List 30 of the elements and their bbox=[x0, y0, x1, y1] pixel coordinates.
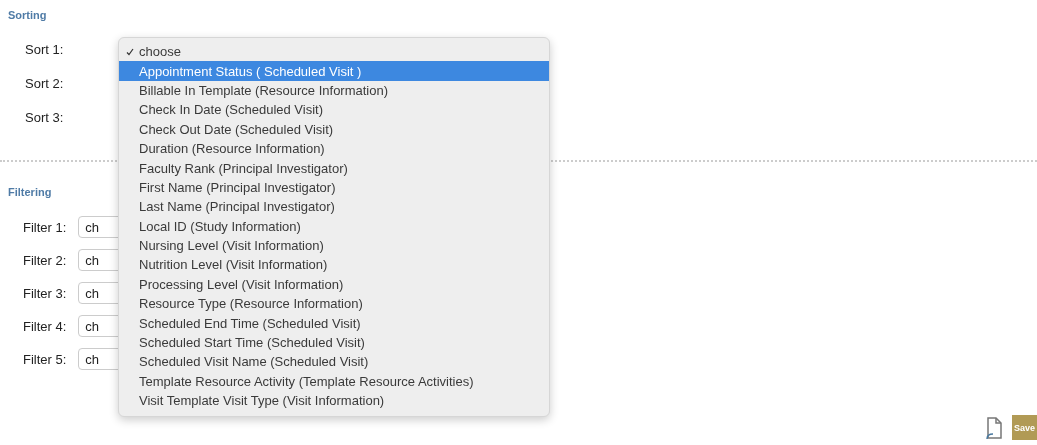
menu-option[interactable]: Last Name (Principal Investigator) bbox=[119, 197, 549, 217]
menu-option[interactable]: Faculty Rank (Principal Investigator) bbox=[119, 158, 549, 178]
menu-option[interactable]: Resource Type (Resource Information) bbox=[119, 294, 549, 314]
field-label: Filter 3: bbox=[23, 284, 67, 303]
menu-option[interactable]: Check Out Date (Scheduled Visit) bbox=[119, 119, 549, 139]
field-label: Filter 4: bbox=[23, 317, 67, 336]
menu-option[interactable]: choose bbox=[119, 42, 549, 62]
menu-option[interactable]: Appointment Status ( Scheduled Visit ) bbox=[119, 61, 549, 81]
menu-option[interactable]: Scheduled Start Time (Scheduled Visit) bbox=[119, 332, 549, 353]
field-label: Sort 2: bbox=[25, 75, 64, 93]
menu-option[interactable]: Template Resource Activity (Template Resource Activities) bbox=[119, 371, 549, 392]
field-label: Filter 5: bbox=[23, 350, 67, 369]
menu-option[interactable]: Scheduled Visit Name (Scheduled Visit) bbox=[119, 352, 549, 372]
field-label: Sort 1: bbox=[25, 41, 64, 59]
field-label: Filter 1: bbox=[23, 218, 67, 237]
section-heading: Filtering bbox=[7, 185, 52, 200]
document-icon[interactable] bbox=[984, 415, 1004, 440]
menu-option[interactable]: First Name (Principal Investigator) bbox=[119, 177, 549, 198]
menu-option[interactable]: Nursing Level (Visit Information) bbox=[119, 235, 549, 256]
menu-option[interactable]: Duration (Resource Information) bbox=[119, 138, 549, 159]
section-heading: Sorting bbox=[7, 8, 47, 23]
menu-option[interactable]: Scheduled End Time (Scheduled Visit) bbox=[119, 313, 549, 333]
field-label: Filter 2: bbox=[23, 251, 67, 270]
menu-option[interactable]: Billable In Template (Resource Information) bbox=[119, 80, 549, 101]
menu-option[interactable]: Nutrition Level (Visit Information) bbox=[119, 255, 549, 275]
menu-option[interactable]: Visit Template Visit Type (Visit Information) bbox=[119, 391, 549, 411]
field-label: Sort 3: bbox=[25, 109, 64, 127]
menu-option[interactable]: Processing Level (Visit Information) bbox=[119, 274, 549, 295]
menu-option[interactable]: Local ID (Study Information) bbox=[119, 216, 549, 236]
menu-option[interactable]: Check In Date (Scheduled Visit) bbox=[119, 100, 549, 120]
